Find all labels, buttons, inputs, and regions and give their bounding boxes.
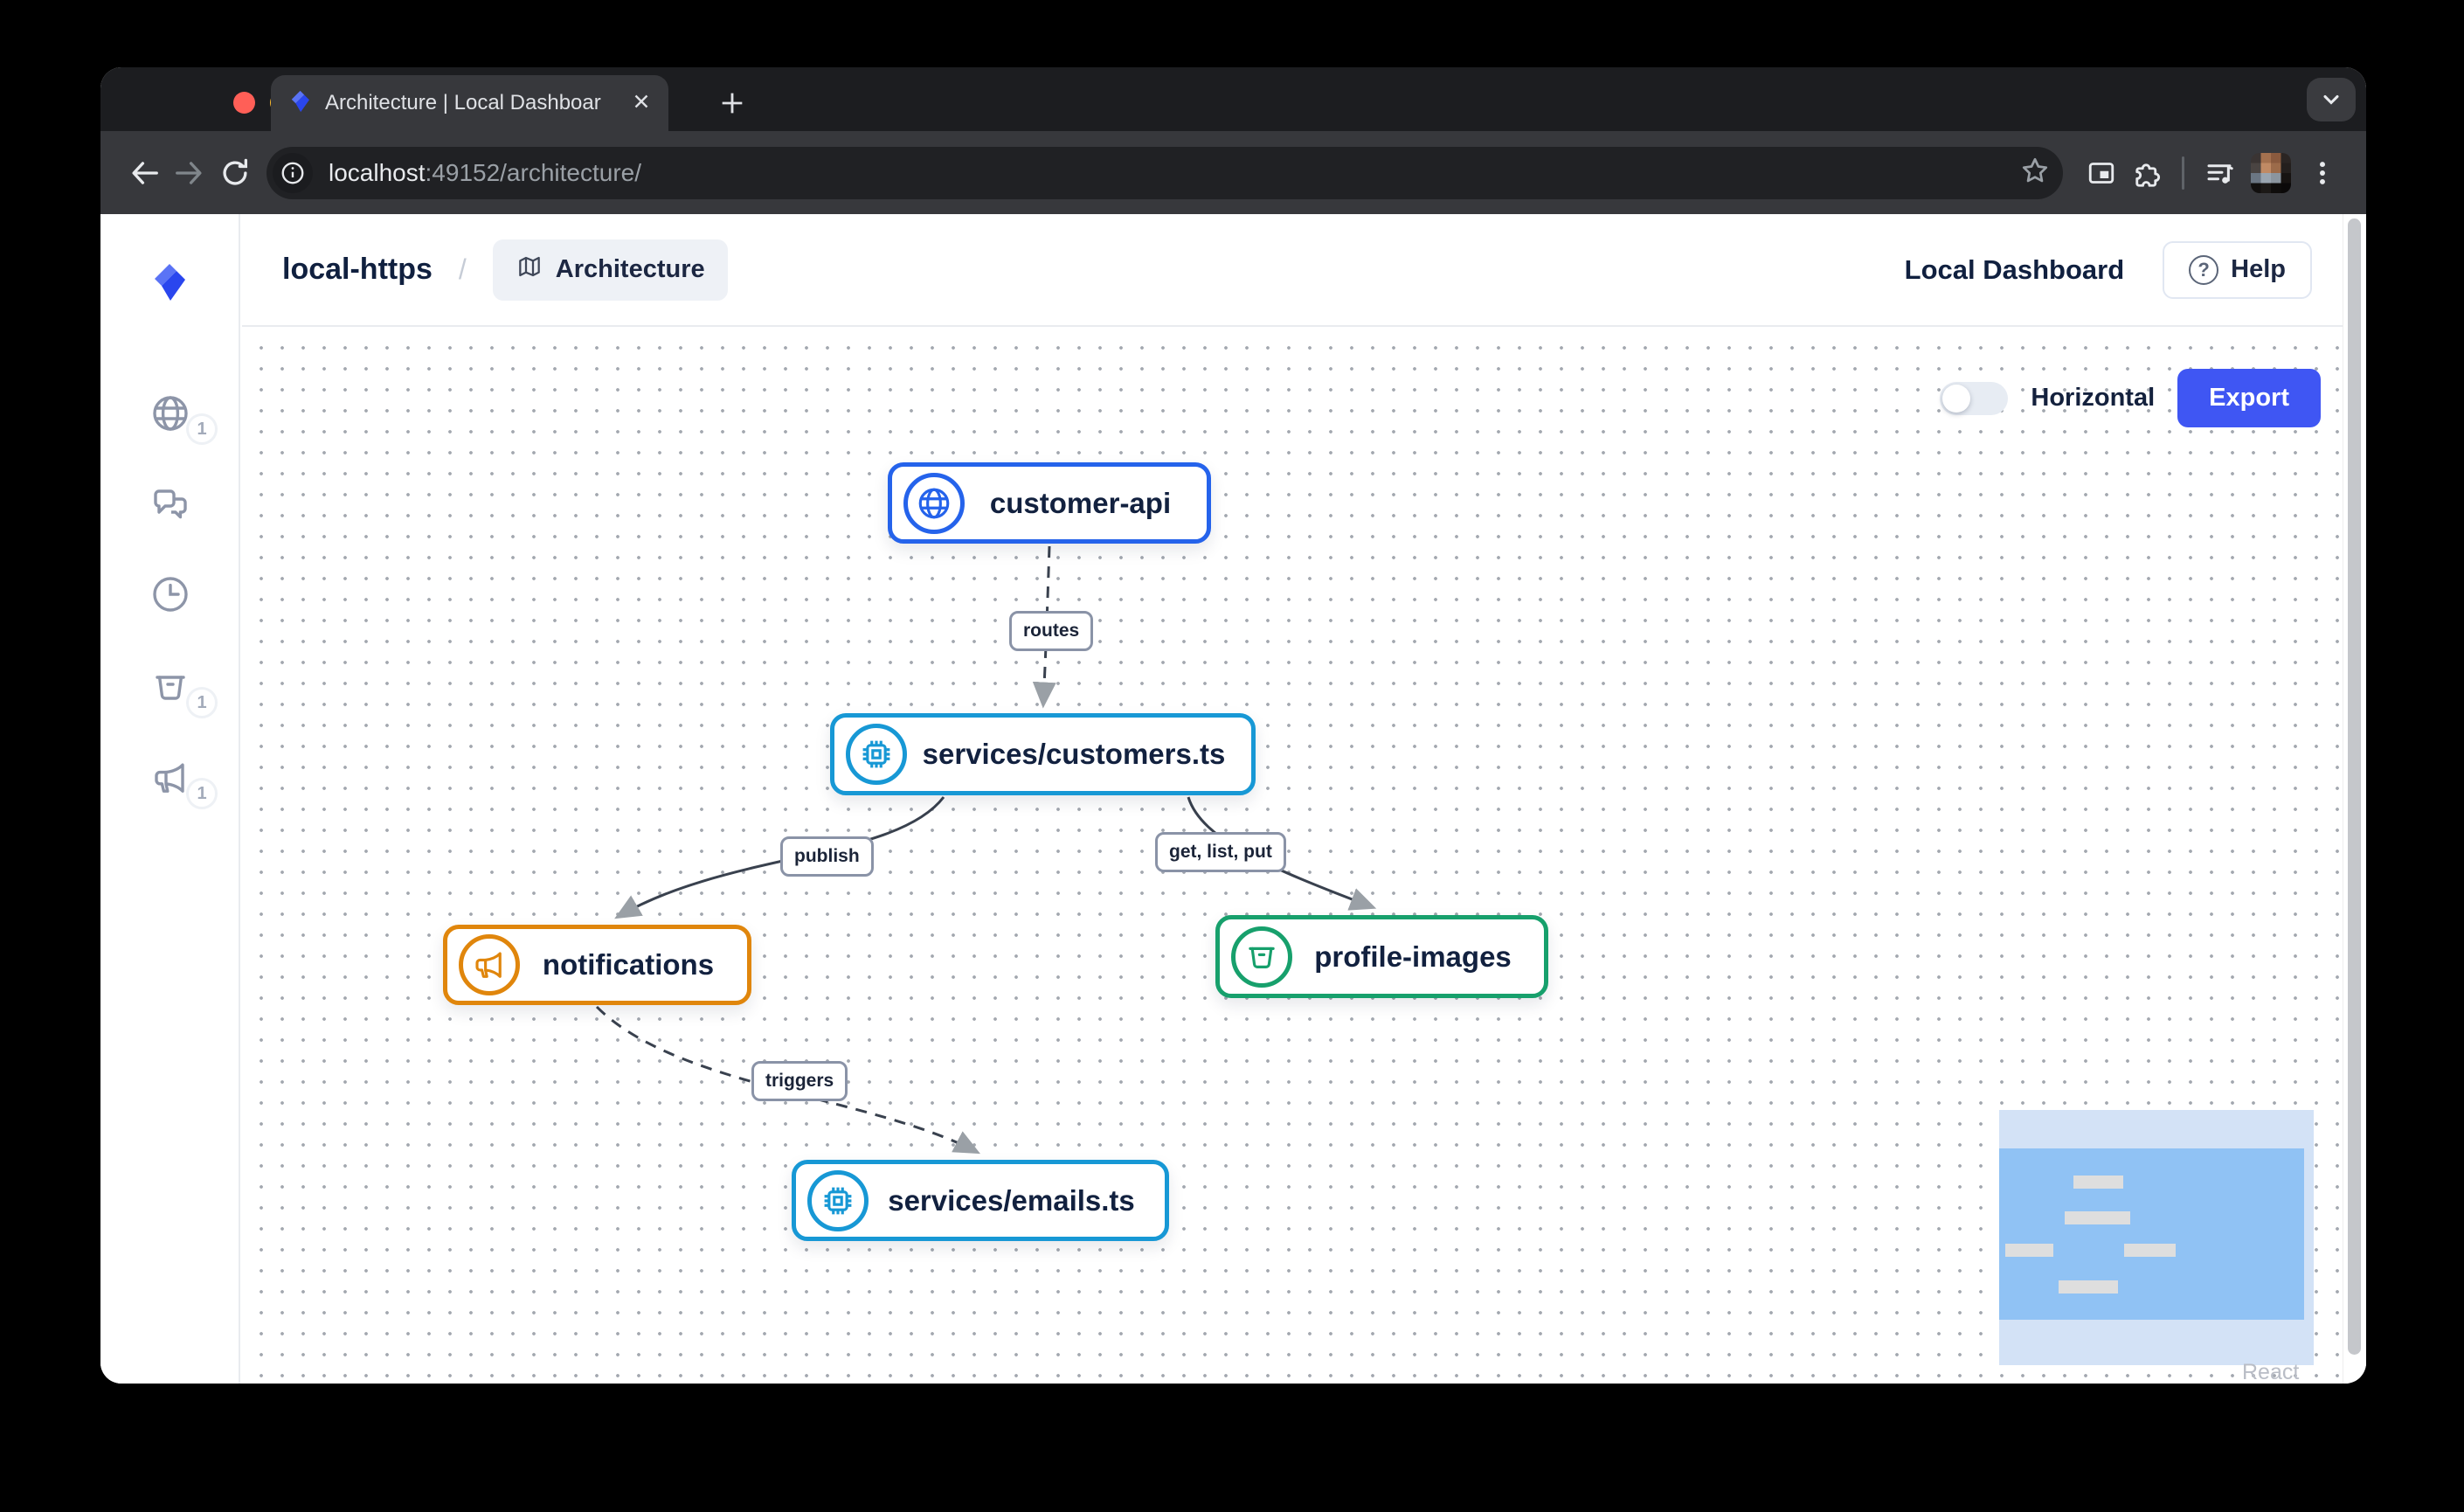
toggle-knob: [1942, 385, 1970, 413]
node-profile-images[interactable]: profile-images: [1215, 915, 1548, 998]
minimap-node: [2124, 1244, 2176, 1257]
browser-window: Architecture | Local Dashboar localhost:: [100, 67, 2366, 1384]
node-label: services/customers.ts: [907, 738, 1251, 771]
chat-icon: [149, 514, 191, 529]
architecture-canvas[interactable]: Horizontal Export customer-api services/…: [242, 329, 2343, 1384]
page-header: local-https / Architecture Local Dashboa…: [242, 214, 2343, 327]
forward-button[interactable]: [167, 150, 212, 196]
media-playlist-icon[interactable]: [2197, 150, 2242, 196]
edge-label-publish: publish: [780, 836, 874, 877]
app-logo-icon[interactable]: [146, 260, 191, 309]
megaphone-icon: [149, 787, 191, 802]
browser-toolbar: localhost:49152/architecture/: [100, 131, 2366, 214]
globe-icon: [149, 423, 191, 438]
app-sidebar: 1 1 1: [100, 214, 240, 1384]
edge-label-get-list-put: get, list, put: [1155, 832, 1286, 872]
chip-icon: [807, 1170, 869, 1231]
architecture-label: Architecture: [556, 255, 705, 284]
bucket-icon: [149, 697, 191, 711]
tab-close-icon[interactable]: [630, 90, 653, 117]
browser-menu-icon[interactable]: [2300, 150, 2345, 196]
environment-label: Local Dashboard: [1905, 254, 2125, 286]
question-circle-icon: ?: [2189, 255, 2218, 285]
globe-icon: [903, 473, 965, 534]
project-name: local-https: [282, 253, 433, 287]
node-services-emails[interactable]: services/emails.ts: [792, 1160, 1169, 1241]
bucket-icon: [1231, 926, 1292, 988]
sidebar-item-traces[interactable]: [149, 573, 191, 615]
node-label: notifications: [520, 948, 747, 981]
sidebar-item-announcements[interactable]: 1: [149, 757, 191, 799]
app-logo-icon: [287, 88, 313, 119]
count-badge: 1: [186, 778, 218, 809]
main-area: local-https / Architecture Local Dashboa…: [242, 214, 2343, 1384]
megaphone-icon: [459, 934, 520, 995]
minimap[interactable]: [1999, 1110, 2314, 1365]
bookmark-star-icon[interactable]: [2019, 155, 2051, 191]
page-content: 1 1 1: [100, 214, 2366, 1384]
react-flow-attribution[interactable]: React Flow: [2242, 1360, 2343, 1384]
minimap-node: [2065, 1211, 2130, 1224]
url-path: :49152/architecture/: [426, 159, 642, 187]
help-label: Help: [2231, 255, 2286, 284]
node-notifications[interactable]: notifications: [443, 925, 751, 1005]
help-button[interactable]: ? Help: [2163, 241, 2312, 299]
clock-icon: [149, 604, 191, 619]
site-info-icon[interactable]: [273, 153, 313, 193]
back-button[interactable]: [121, 150, 167, 196]
architecture-nav-button[interactable]: Architecture: [493, 239, 728, 301]
page-scrollbar[interactable]: [2343, 214, 2366, 1384]
node-label: customer-api: [965, 487, 1207, 520]
tab-search-chevron-button[interactable]: [2307, 78, 2356, 121]
node-customer-api[interactable]: customer-api: [888, 462, 1211, 544]
new-tab-button[interactable]: [712, 83, 752, 123]
minimap-node: [2059, 1280, 2118, 1294]
sidebar-item-storage[interactable]: 1: [149, 666, 191, 708]
extensions-puzzle-icon[interactable]: [2124, 150, 2170, 196]
traffic-close-button[interactable]: [233, 92, 255, 114]
node-label: profile-images: [1292, 940, 1544, 974]
url-host: localhost: [329, 159, 426, 187]
sidebar-item-pubsub[interactable]: [149, 483, 191, 525]
url-bar[interactable]: localhost:49152/architecture/: [266, 147, 2063, 199]
node-label: services/emails.ts: [869, 1184, 1165, 1217]
tab-strip: Architecture | Local Dashboar: [100, 67, 2366, 131]
profile-avatar[interactable]: [2251, 153, 2291, 193]
browser-tab[interactable]: Architecture | Local Dashboar: [271, 75, 668, 131]
node-services-customers[interactable]: services/customers.ts: [830, 713, 1256, 795]
count-badge: 1: [186, 687, 218, 718]
horizontal-toggle[interactable]: [1940, 382, 2008, 415]
minimap-node: [2073, 1176, 2123, 1189]
minimap-viewport[interactable]: [1999, 1148, 2304, 1320]
horizontal-label: Horizontal: [2031, 384, 2155, 413]
map-icon: [516, 253, 543, 288]
count-badge: 1: [186, 413, 218, 445]
chip-icon: [846, 724, 907, 785]
sidebar-item-apis[interactable]: 1: [149, 392, 191, 434]
tab-title: Architecture | Local Dashboar: [325, 91, 618, 115]
export-button[interactable]: Export: [2177, 369, 2321, 427]
edge-label-triggers: triggers: [751, 1061, 848, 1101]
breadcrumb-separator: /: [459, 253, 467, 286]
reload-button[interactable]: [212, 150, 258, 196]
scrollbar-thumb[interactable]: [2348, 218, 2361, 1355]
edge-label-routes: routes: [1009, 611, 1093, 651]
toolbar-divider: [2182, 156, 2184, 190]
side-panel-icon[interactable]: [2079, 150, 2124, 196]
canvas-controls: Horizontal Export: [1940, 369, 2321, 427]
minimap-node: [2005, 1244, 2053, 1257]
